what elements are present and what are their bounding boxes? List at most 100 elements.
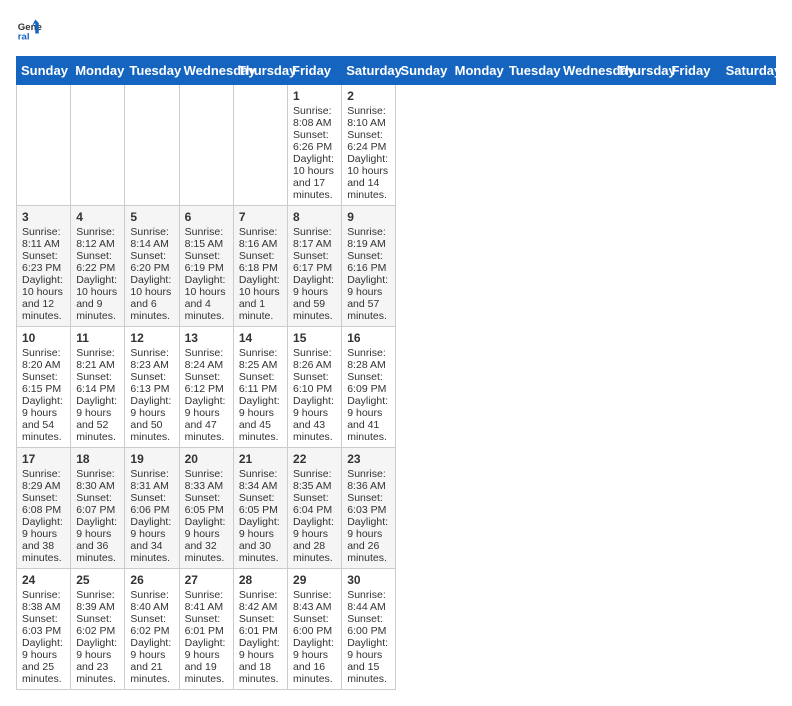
day-info: Sunrise: 8:38 AM xyxy=(22,589,65,613)
calendar-cell: 29Sunrise: 8:43 AMSunset: 6:00 PMDayligh… xyxy=(288,569,342,690)
calendar-cell xyxy=(179,85,233,206)
day-info: Daylight: 9 hours and 36 minutes. xyxy=(76,516,119,564)
day-header-saturday: Saturday xyxy=(342,57,396,85)
day-header-sunday: Sunday xyxy=(396,57,450,85)
day-info: Daylight: 10 hours and 1 minute. xyxy=(239,274,282,322)
day-info: Sunrise: 8:29 AM xyxy=(22,468,65,492)
day-info: Daylight: 9 hours and 16 minutes. xyxy=(293,637,336,685)
day-info: Sunset: 6:11 PM xyxy=(239,371,282,395)
day-info: Sunrise: 8:35 AM xyxy=(293,468,336,492)
calendar-cell: 19Sunrise: 8:31 AMSunset: 6:06 PMDayligh… xyxy=(125,448,179,569)
day-info: Sunset: 6:19 PM xyxy=(185,250,228,274)
day-info: Sunset: 6:09 PM xyxy=(347,371,390,395)
calendar-cell: 12Sunrise: 8:23 AMSunset: 6:13 PMDayligh… xyxy=(125,327,179,448)
calendar-week-row: 3Sunrise: 8:11 AMSunset: 6:23 PMDaylight… xyxy=(17,206,776,327)
day-info: Sunrise: 8:28 AM xyxy=(347,347,390,371)
day-info: Sunrise: 8:36 AM xyxy=(347,468,390,492)
day-number: 30 xyxy=(347,573,390,587)
day-info: Sunset: 6:24 PM xyxy=(347,129,390,153)
calendar-cell: 7Sunrise: 8:16 AMSunset: 6:18 PMDaylight… xyxy=(233,206,287,327)
day-number: 2 xyxy=(347,89,390,103)
calendar-cell: 23Sunrise: 8:36 AMSunset: 6:03 PMDayligh… xyxy=(342,448,396,569)
calendar-cell: 4Sunrise: 8:12 AMSunset: 6:22 PMDaylight… xyxy=(71,206,125,327)
calendar-cell: 10Sunrise: 8:20 AMSunset: 6:15 PMDayligh… xyxy=(17,327,71,448)
day-number: 5 xyxy=(130,210,173,224)
day-info: Daylight: 9 hours and 34 minutes. xyxy=(130,516,173,564)
day-info: Sunset: 6:14 PM xyxy=(76,371,119,395)
day-info: Sunrise: 8:34 AM xyxy=(239,468,282,492)
day-number: 4 xyxy=(76,210,119,224)
day-header-friday: Friday xyxy=(288,57,342,85)
day-info: Daylight: 9 hours and 18 minutes. xyxy=(239,637,282,685)
day-info: Daylight: 10 hours and 17 minutes. xyxy=(293,153,336,201)
day-info: Sunset: 6:01 PM xyxy=(239,613,282,637)
day-number: 14 xyxy=(239,331,282,345)
calendar-cell: 15Sunrise: 8:26 AMSunset: 6:10 PMDayligh… xyxy=(288,327,342,448)
calendar-cell: 24Sunrise: 8:38 AMSunset: 6:03 PMDayligh… xyxy=(17,569,71,690)
day-info: Sunrise: 8:25 AM xyxy=(239,347,282,371)
day-info: Sunrise: 8:11 AM xyxy=(22,226,65,250)
day-number: 15 xyxy=(293,331,336,345)
day-info: Sunrise: 8:39 AM xyxy=(76,589,119,613)
calendar-cell: 13Sunrise: 8:24 AMSunset: 6:12 PMDayligh… xyxy=(179,327,233,448)
calendar-week-row: 17Sunrise: 8:29 AMSunset: 6:08 PMDayligh… xyxy=(17,448,776,569)
day-number: 9 xyxy=(347,210,390,224)
calendar-cell: 20Sunrise: 8:33 AMSunset: 6:05 PMDayligh… xyxy=(179,448,233,569)
day-number: 7 xyxy=(239,210,282,224)
calendar-cell: 16 Sunrise: 8:28 AMSunset: 6:09 PMDayligh… xyxy=(342,327,396,448)
day-info: Sunset: 6:13 PM xyxy=(130,371,173,395)
day-header-thursday: Thursday xyxy=(613,57,667,85)
day-header-friday: Friday xyxy=(667,57,721,85)
day-info: Daylight: 9 hours and 41 minutes. xyxy=(347,395,390,443)
day-info: Sunrise: 8:41 AM xyxy=(185,589,228,613)
day-info: Daylight: 9 hours and 38 minutes. xyxy=(22,516,65,564)
day-info: Sunrise: 8:15 AM xyxy=(185,226,228,250)
day-info: Sunset: 6:17 PM xyxy=(293,250,336,274)
day-number: 10 xyxy=(22,331,65,345)
calendar-cell xyxy=(233,85,287,206)
day-info: Daylight: 9 hours and 32 minutes. xyxy=(185,516,228,564)
day-info: Sunrise: 8:20 AM xyxy=(22,347,65,371)
day-number: 16 xyxy=(347,331,390,345)
day-info: Sunset: 6:26 PM xyxy=(293,129,336,153)
day-number: 23 xyxy=(347,452,390,466)
day-info: Sunrise: 8:21 AM xyxy=(76,347,119,371)
calendar-week-row: 24Sunrise: 8:38 AMSunset: 6:03 PMDayligh… xyxy=(17,569,776,690)
day-info: Sunset: 6:07 PM xyxy=(76,492,119,516)
day-header-monday: Monday xyxy=(71,57,125,85)
day-info: Daylight: 9 hours and 15 minutes. xyxy=(347,637,390,685)
day-header-sunday: Sunday xyxy=(17,57,71,85)
day-info: Sunrise: 8:42 AM xyxy=(239,589,282,613)
day-info: Daylight: 10 hours and 12 minutes. xyxy=(22,274,65,322)
day-info: Daylight: 9 hours and 45 minutes. xyxy=(239,395,282,443)
calendar-table: SundayMondayTuesdayWednesdayThursdayFrid… xyxy=(16,56,776,690)
day-info: Sunrise: 8:17 AM xyxy=(293,226,336,250)
calendar-cell: 25Sunrise: 8:39 AMSunset: 6:02 PMDayligh… xyxy=(71,569,125,690)
day-header-wednesday: Wednesday xyxy=(179,57,233,85)
day-info: Sunrise: 8:24 AM xyxy=(185,347,228,371)
calendar-cell: 22Sunrise: 8:35 AMSunset: 6:04 PMDayligh… xyxy=(288,448,342,569)
day-number: 21 xyxy=(239,452,282,466)
calendar-cell: 27Sunrise: 8:41 AMSunset: 6:01 PMDayligh… xyxy=(179,569,233,690)
day-info: Daylight: 9 hours and 47 minutes. xyxy=(185,395,228,443)
day-info: Sunset: 6:05 PM xyxy=(239,492,282,516)
day-info: Sunrise: 8:26 AM xyxy=(293,347,336,371)
day-info: Daylight: 9 hours and 28 minutes. xyxy=(293,516,336,564)
day-info: Daylight: 9 hours and 57 minutes. xyxy=(347,274,390,322)
calendar-cell: 26Sunrise: 8:40 AMSunset: 6:02 PMDayligh… xyxy=(125,569,179,690)
day-info: Sunrise: 8:10 AM xyxy=(347,105,390,129)
day-info: Sunrise: 8:19 AM xyxy=(347,226,390,250)
day-info: Sunrise: 8:16 AM xyxy=(239,226,282,250)
day-header-tuesday: Tuesday xyxy=(504,57,558,85)
day-info: Sunset: 6:23 PM xyxy=(22,250,65,274)
page-header: Gene ral xyxy=(16,16,776,44)
day-number: 25 xyxy=(76,573,119,587)
day-info: Sunset: 6:20 PM xyxy=(130,250,173,274)
day-info: Sunset: 6:02 PM xyxy=(130,613,173,637)
day-info: Sunset: 6:15 PM xyxy=(22,371,65,395)
day-info: Sunrise: 8:33 AM xyxy=(185,468,228,492)
day-info: Daylight: 10 hours and 14 minutes. xyxy=(347,153,390,201)
logo-icon: Gene ral xyxy=(16,16,44,44)
day-number: 8 xyxy=(293,210,336,224)
day-info: Sunset: 6:02 PM xyxy=(76,613,119,637)
